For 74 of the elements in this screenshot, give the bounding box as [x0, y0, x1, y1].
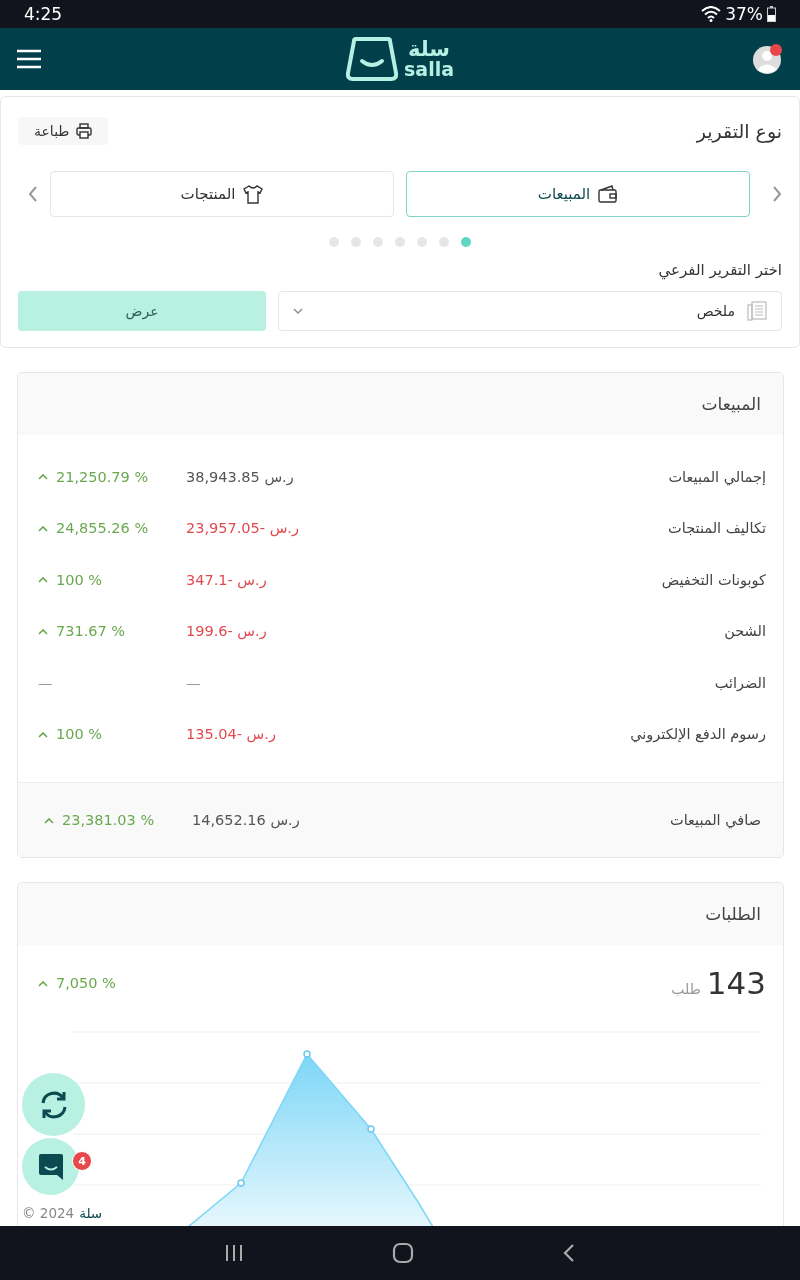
- page-dot[interactable]: [417, 237, 427, 247]
- section-title: نوع التقرير: [696, 120, 782, 142]
- page-dot[interactable]: [329, 237, 339, 247]
- wifi-icon: [701, 6, 722, 22]
- chevron-right-icon: [772, 185, 782, 203]
- notification-badge: 4: [72, 1151, 92, 1171]
- caret-up-icon: [44, 815, 54, 825]
- change-percent: 100 %: [38, 726, 186, 743]
- change-percent: 24,855.26 %: [38, 520, 186, 537]
- change-percent: 731.67 %: [38, 623, 186, 640]
- row-label: الضرائب: [714, 674, 766, 691]
- page-dot[interactable]: [461, 237, 471, 247]
- unit-label: طلب: [671, 981, 701, 997]
- caret-up-icon: [38, 978, 48, 988]
- chat-icon: [37, 1152, 64, 1181]
- row-label: صافي المبيعات: [670, 812, 761, 828]
- page-dot[interactable]: [351, 237, 361, 247]
- field-label: اختر التقرير الفرعي: [657, 261, 782, 279]
- amount-value: —: [186, 674, 201, 691]
- chevron-down-icon: [293, 308, 303, 314]
- caret-up-icon: [38, 729, 48, 739]
- caret-up-icon: [38, 575, 48, 585]
- page-dot[interactable]: [439, 237, 449, 247]
- amount-value: ر.س -135.04: [186, 726, 276, 743]
- amount-value: ر.س 14,652.16: [192, 812, 300, 828]
- show-button[interactable]: عرض: [18, 291, 266, 331]
- battery-icon: [767, 6, 776, 22]
- order-count: 143: [706, 965, 766, 1001]
- report-tab[interactable]: المنتجات: [50, 171, 394, 217]
- chat-button[interactable]: [22, 1138, 79, 1195]
- change-percent: 21,250.79 %: [38, 468, 186, 485]
- shirt-icon: [243, 184, 264, 204]
- back-icon[interactable]: [562, 1243, 576, 1263]
- logo-text: salla: [404, 60, 454, 79]
- clock-time: 4:25: [24, 4, 63, 24]
- change-percent: —: [38, 674, 54, 691]
- print-button[interactable]: طباعة: [18, 117, 108, 145]
- subreport-dropdown[interactable]: ملخص: [278, 291, 782, 331]
- row-label: الشحن: [724, 623, 766, 640]
- row-label: تكاليف المنتجات: [668, 520, 766, 537]
- home-icon[interactable]: [392, 1242, 414, 1264]
- row-label: كوبونات التخفيض: [661, 571, 766, 588]
- avatar-icon[interactable]: [752, 43, 784, 75]
- amount-value: ر.س -347.1: [186, 571, 267, 588]
- copyright-text: © 2024: [22, 1205, 75, 1221]
- page-dot[interactable]: [373, 237, 383, 247]
- page-dot[interactable]: [395, 237, 405, 247]
- change-percent: 7,050 %: [38, 975, 116, 991]
- wallet-icon: [598, 184, 619, 204]
- data-point: [303, 1050, 311, 1058]
- card-title: المبيعات: [701, 394, 761, 414]
- recent-apps-icon[interactable]: [224, 1244, 244, 1262]
- amount-value: ر.س 38,943.85: [186, 468, 294, 485]
- change-percent: 100 %: [38, 571, 186, 588]
- smiling-bag-icon: [346, 37, 398, 81]
- battery-percent: 37%: [725, 4, 763, 24]
- document-icon: [747, 301, 767, 321]
- logo-text: سلة: [408, 39, 450, 60]
- amount-value: ر.س -23,957.05: [186, 520, 299, 537]
- chevron-left-icon: [28, 185, 38, 203]
- data-point: [367, 1125, 375, 1133]
- report-tab[interactable]: المبيعات: [406, 171, 750, 217]
- printer-icon: [75, 123, 92, 139]
- menu-icon[interactable]: [16, 48, 42, 70]
- data-point: [237, 1179, 245, 1187]
- brand-link[interactable]: سلة: [79, 1205, 103, 1221]
- row-label: إجمالي المبيعات: [668, 468, 766, 485]
- caret-up-icon: [38, 523, 48, 533]
- change-percent: 23,381.03 %: [44, 812, 192, 828]
- caret-up-icon: [38, 626, 48, 636]
- row-label: رسوم الدفع الإلكتروني: [630, 726, 766, 743]
- amount-value: ر.س -199.6: [186, 623, 267, 640]
- caret-up-icon: [38, 472, 48, 482]
- card-title: الطلبات: [705, 904, 761, 924]
